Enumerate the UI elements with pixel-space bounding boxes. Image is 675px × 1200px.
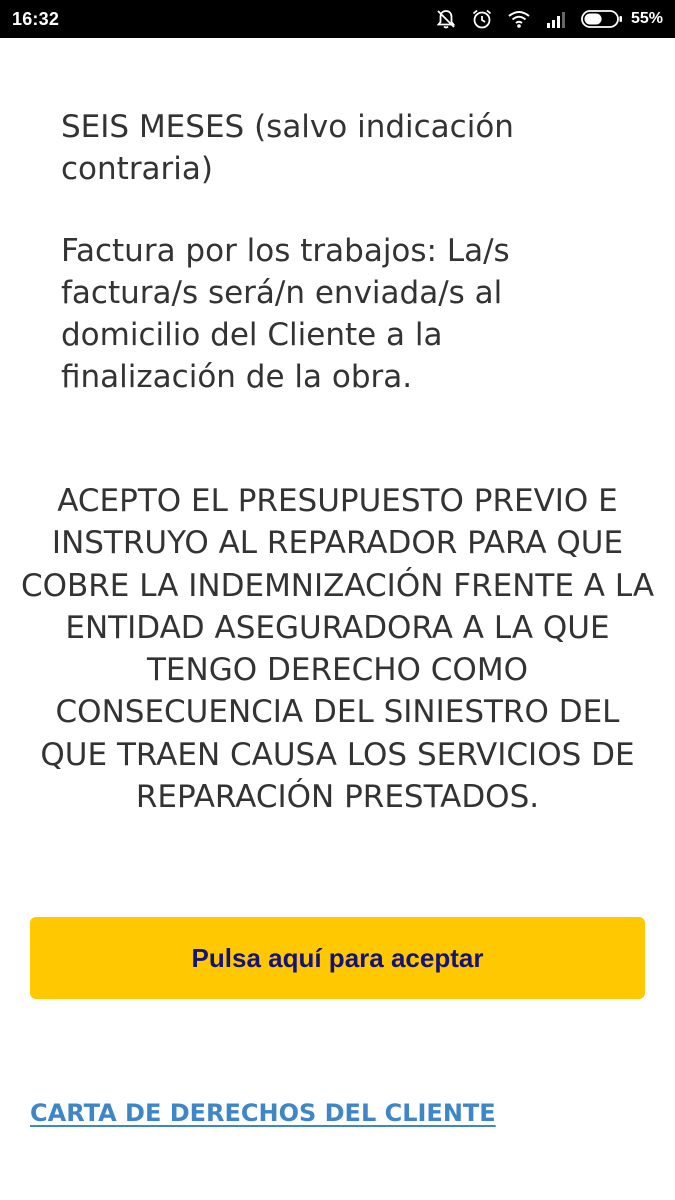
accept-button[interactable]: Pulsa aquí para aceptar xyxy=(30,917,645,999)
client-rights-link[interactable]: CARTA DE DERECHOS DEL CLIENTE xyxy=(30,1099,496,1127)
signal-icon xyxy=(546,12,565,28)
mute-icon xyxy=(436,10,456,29)
duration-paragraph: SEIS MESES (salvo indicación contraria) xyxy=(61,109,514,187)
status-time: 16:32 xyxy=(12,9,60,29)
acceptance-statement: ACEPTO EL PRESUPUESTO PREVIO E INSTRUYO … xyxy=(20,483,655,816)
status-bar: 16:32 55% xyxy=(0,0,675,38)
alarm-icon xyxy=(472,9,492,29)
battery-percent: 55% xyxy=(630,10,663,27)
invoice-paragraph: Factura por los trabajos: La/s factura/s… xyxy=(61,233,510,395)
wifi-icon xyxy=(508,11,530,28)
status-icons: 55% xyxy=(421,7,663,31)
battery-icon xyxy=(581,10,622,28)
